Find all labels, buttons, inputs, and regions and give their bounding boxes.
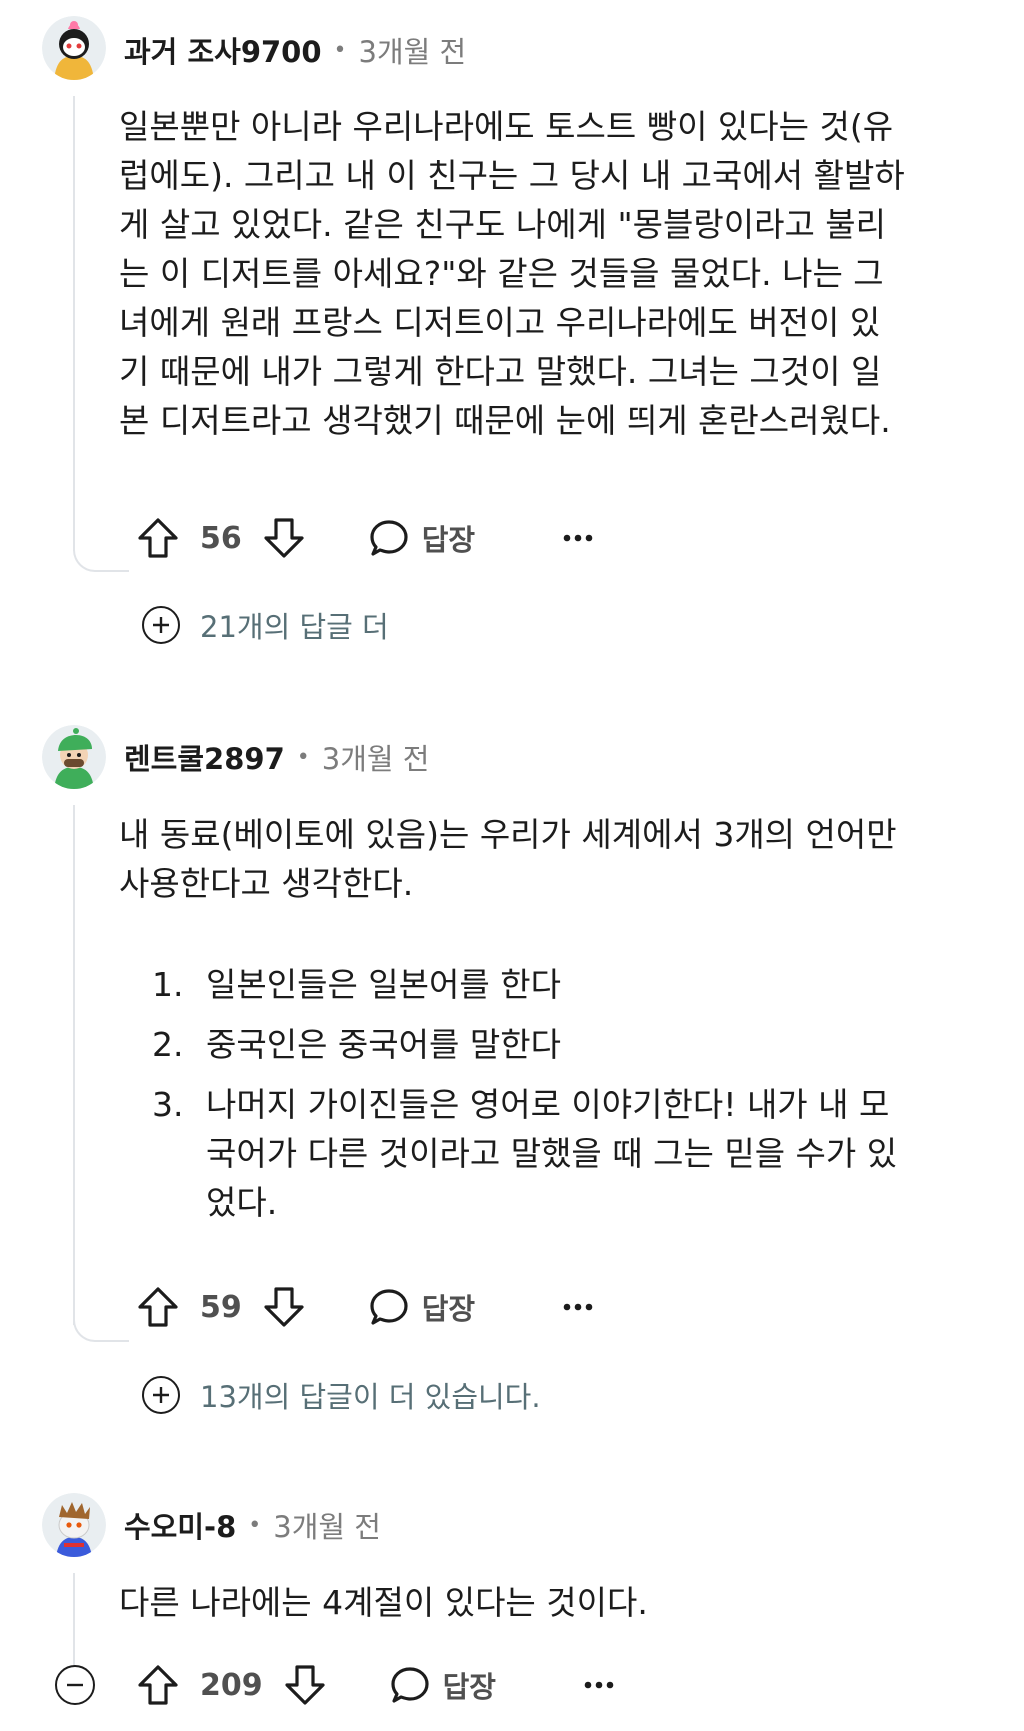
list-number: 2.: [152, 1025, 184, 1064]
reply-label: 답장: [442, 1670, 496, 1704]
comment-line: 일본뿐만 아니라 우리나라에도 토스트 빵이 있다는 것(유: [119, 107, 894, 146]
comment-actions: 209 답장: [136, 1655, 614, 1715]
more-replies-label: 13개의 답글이 더 있습니다.: [200, 1380, 541, 1414]
comment-line: 기 때문에 내가 그렇게 한다고 말했다. 그녀는 그것이 일: [119, 352, 882, 391]
comment-actions: 56 답장: [136, 508, 593, 568]
list-item-text: 중국인은 중국어를 말한다: [206, 1025, 561, 1064]
avatar-girl-icon[interactable]: [42, 16, 106, 80]
reply-label: 답장: [421, 1292, 476, 1326]
speech-bubble-icon: [368, 1286, 410, 1328]
comment-meta: 수오미-8 • 3개월 전: [124, 1505, 381, 1545]
ellipsis-icon[interactable]: [563, 1302, 593, 1312]
reply-label: 답장: [421, 523, 476, 557]
more-replies-link[interactable]: 21개의 답글 더: [142, 603, 389, 647]
reply-button[interactable]: 답장: [368, 517, 475, 559]
upvote-arrow-icon[interactable]: [136, 1663, 180, 1707]
list-item-text: 나머지 가이진들은 영어로 이야기한다! 내가 내 모: [206, 1085, 890, 1124]
comment-line: 럽에도). 그리고 내 이 친구는 그 당시 내 고국에서 활발하: [119, 156, 905, 195]
thread-branch: [73, 1300, 129, 1342]
list-number: 1.: [152, 965, 184, 1004]
username[interactable]: 과거 조사9700: [124, 29, 322, 71]
speech-bubble-icon: [368, 517, 410, 559]
avatar-snoo-icon[interactable]: [42, 1493, 106, 1557]
more-replies-link[interactable]: 13개의 답글이 더 있습니다.: [142, 1373, 541, 1417]
upvote-arrow-icon[interactable]: [136, 516, 180, 560]
vote-score: 59: [200, 1289, 242, 1325]
thread-branch: [73, 530, 129, 572]
comment-body: 다른 나라에는 4계절이 있다는 것이다.: [119, 1578, 979, 1627]
username[interactable]: 렌트쿨2897: [124, 736, 285, 778]
more-replies-label: 21개의 답글 더: [200, 610, 389, 644]
plus-circle-icon[interactable]: [142, 1376, 180, 1414]
list-item: 2. 중국인은 중국어를 말한다: [152, 1020, 982, 1069]
thread-line[interactable]: [73, 805, 75, 1325]
comment-meta: 렌트쿨2897 • 3개월 전: [124, 737, 429, 777]
downvote-arrow-icon[interactable]: [262, 516, 306, 560]
ellipsis-icon[interactable]: [563, 533, 593, 543]
separator-dot: •: [333, 37, 347, 63]
separator-dot: •: [296, 744, 310, 770]
downvote-arrow-icon[interactable]: [262, 1285, 306, 1329]
comment-line: 게 살고 있었다. 같은 친구도 나에게 "몽블랑이라고 불리: [119, 205, 887, 244]
speech-bubble-icon: [389, 1664, 431, 1706]
comment-line: 사용한다고 생각한다.: [119, 864, 414, 903]
username[interactable]: 수오미-8: [124, 1504, 236, 1546]
comment-body: 일본뿐만 아니라 우리나라에도 토스트 빵이 있다는 것(유 럽에도). 그리고…: [119, 102, 979, 445]
comment-line: 녀에게 원래 프랑스 디저트이고 우리나라에도 버전이 있: [119, 303, 881, 342]
vote-score: 56: [200, 520, 242, 556]
comment-line: 는 이 디저트를 아세요?"와 같은 것들을 물었다. 나는 그: [119, 254, 884, 293]
minus-circle-icon[interactable]: [55, 1665, 95, 1705]
numbered-list: 1. 일본인들은 일본어를 한다 2. 중국인은 중국어를 말한다 3. 나머지…: [152, 960, 982, 1238]
thread-line[interactable]: [73, 96, 75, 551]
list-item: 3. 나머지 가이진들은 영어로 이야기한다! 내가 내 모 국어가 다른 것이…: [152, 1080, 982, 1227]
downvote-arrow-icon[interactable]: [283, 1663, 327, 1707]
plus-circle-icon[interactable]: [142, 606, 180, 644]
comment-actions: 59 답장: [136, 1277, 593, 1337]
upvote-arrow-icon[interactable]: [136, 1285, 180, 1329]
list-number: 3.: [152, 1085, 184, 1124]
list-item-text: 국어가 다른 것이라고 말했을 때 그는 믿을 수가 있: [206, 1134, 898, 1173]
comment-body: 내 동료(베이토에 있음)는 우리가 세계에서 3개의 언어만 사용한다고 생각…: [119, 810, 979, 908]
comment-line: 다른 나라에는 4계절이 있다는 것이다.: [119, 1583, 648, 1622]
ellipsis-icon[interactable]: [584, 1680, 614, 1690]
reply-button[interactable]: 답장: [368, 1286, 475, 1328]
list-item-text: 었다.: [206, 1183, 278, 1222]
reply-button[interactable]: 답장: [389, 1664, 496, 1706]
timestamp[interactable]: 3개월 전: [273, 1504, 381, 1546]
avatar-green-cap-icon[interactable]: [42, 725, 106, 789]
separator-dot: •: [248, 1512, 262, 1538]
vote-score: 209: [200, 1667, 263, 1703]
list-item: 1. 일본인들은 일본어를 한다: [152, 960, 982, 1009]
list-item-text: 일본인들은 일본어를 한다: [206, 965, 561, 1004]
timestamp[interactable]: 3개월 전: [322, 736, 430, 778]
comment-meta: 과거 조사9700 • 3개월 전: [124, 30, 466, 70]
comment-line: 내 동료(베이토에 있음)는 우리가 세계에서 3개의 언어만: [119, 815, 897, 854]
timestamp[interactable]: 3개월 전: [359, 29, 467, 71]
comment-line: 본 디저트라고 생각했기 때문에 눈에 띄게 혼란스러웠다.: [119, 401, 891, 440]
